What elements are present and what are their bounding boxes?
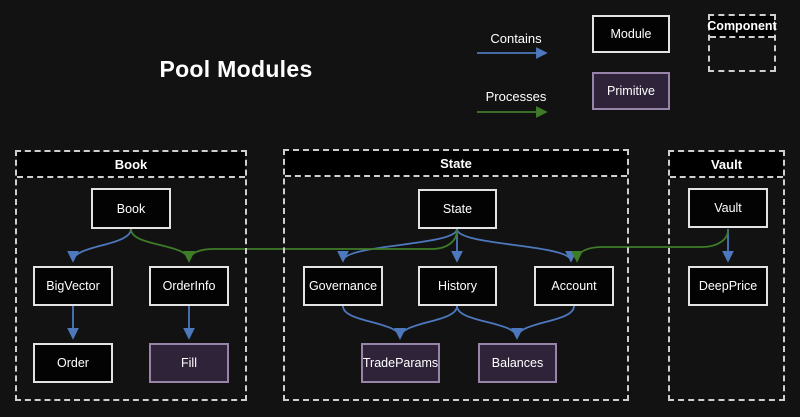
page-title: Pool Modules	[150, 56, 322, 83]
node-order: Order	[33, 343, 113, 383]
node-balances: Balances	[478, 343, 557, 383]
node-book: Book	[91, 188, 171, 229]
legend-component-label: Component	[710, 16, 774, 38]
node-history: History	[418, 266, 497, 306]
node-account: Account	[534, 266, 614, 306]
legend-primitive-box: Primitive	[592, 72, 670, 110]
legend-processes-label: Processes	[478, 89, 554, 104]
node-fill: Fill	[149, 343, 229, 383]
node-deepprice: DeepPrice	[688, 266, 768, 306]
legend-component-box: Component	[708, 14, 776, 72]
container-vault-header: Vault	[670, 152, 783, 178]
pool-modules-diagram: Pool Modules Contains Processes Module P…	[0, 0, 800, 417]
node-vault: Vault	[688, 188, 768, 228]
node-bigvector: BigVector	[33, 266, 113, 306]
legend-contains-label: Contains	[478, 31, 554, 46]
node-orderinfo: OrderInfo	[149, 266, 229, 306]
legend-module-box: Module	[592, 15, 670, 53]
node-governance: Governance	[303, 266, 383, 306]
container-book-header: Book	[17, 152, 245, 178]
container-state-header: State	[285, 151, 627, 177]
node-tradeparams: TradeParams	[361, 343, 440, 383]
node-state: State	[418, 189, 497, 229]
